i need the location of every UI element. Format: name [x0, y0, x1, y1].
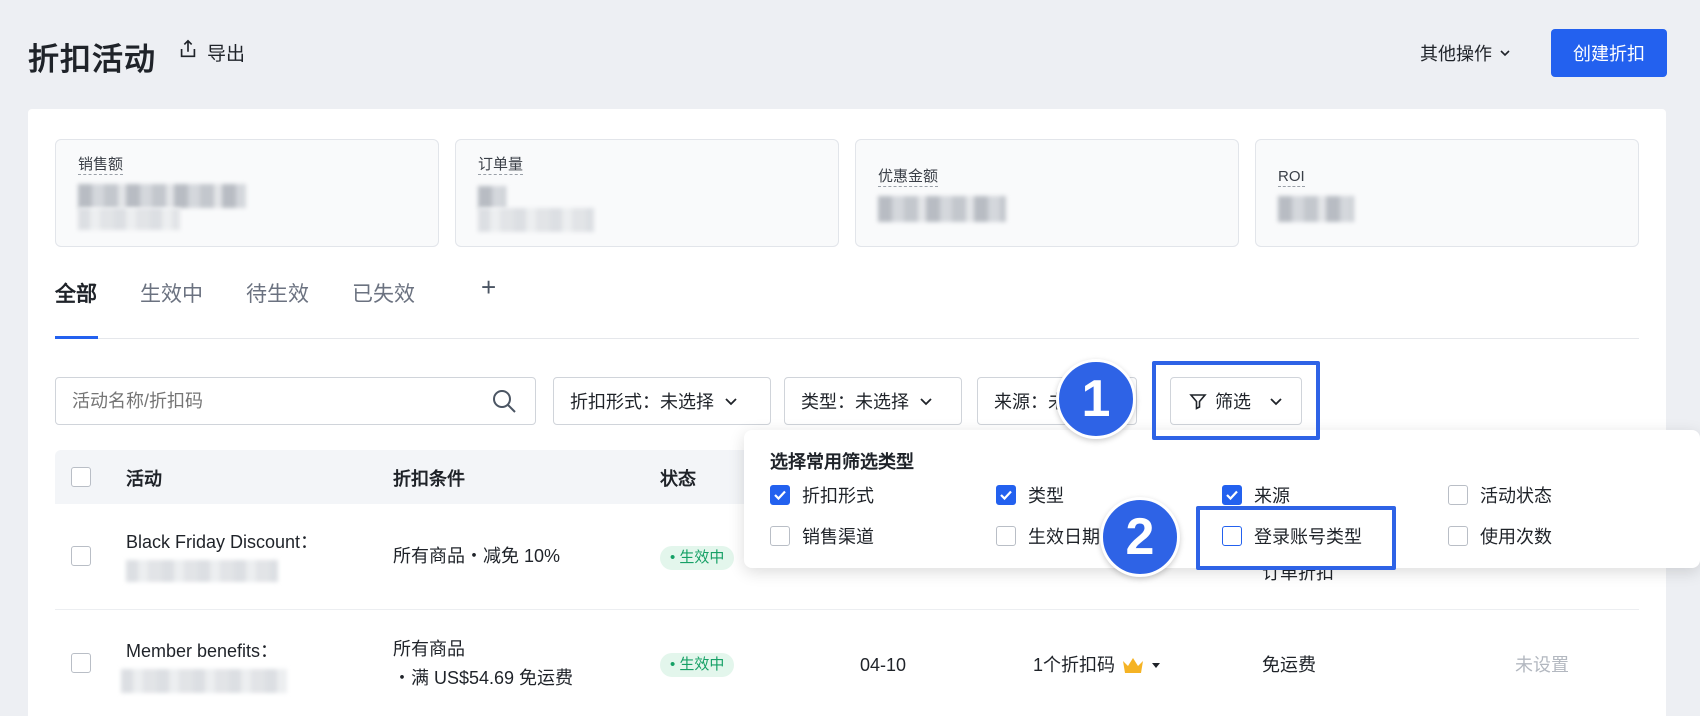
blurred-value	[878, 196, 1006, 222]
blurred-code	[121, 669, 287, 693]
metric-label: 订单量	[478, 156, 524, 175]
blurred-value	[1278, 196, 1354, 222]
table-row[interactable]: Member benefits： 所有商品 ・满 US$54.69 免运费 • …	[55, 611, 1639, 716]
discount-codes[interactable]: 1个折扣码	[1033, 651, 1161, 679]
benefit-type: 免运费	[1262, 655, 1316, 675]
metric-card-roi: ROI	[1255, 139, 1639, 247]
metric-label: 优惠金额	[878, 168, 939, 187]
type-filter[interactable]: 类型：未选择	[784, 377, 962, 425]
discount-form-filter-label: 折扣形式：未选择	[570, 392, 714, 412]
search-icon[interactable]	[491, 388, 517, 414]
checkbox-checked[interactable]	[770, 485, 790, 505]
active-tab-indicator	[55, 336, 98, 339]
checkbox[interactable]	[770, 526, 790, 546]
option-source[interactable]: 来源	[1222, 482, 1290, 508]
row-checkbox[interactable]	[71, 546, 91, 566]
crown-icon	[1123, 658, 1144, 673]
tab-active[interactable]: 生效中	[140, 276, 203, 328]
other-operations-dropdown[interactable]: 其他操作	[1420, 40, 1512, 66]
search-input[interactable]	[55, 377, 536, 425]
dropdown-title: 选择常用筛选类型	[770, 452, 914, 472]
type-filter-label: 类型：未选择	[801, 392, 909, 412]
select-all-checkbox[interactable]	[71, 467, 91, 487]
metric-card-sales: 销售额	[55, 139, 439, 247]
option-label: 来源	[1254, 486, 1290, 506]
checkbox[interactable]	[1448, 526, 1468, 546]
export-label: 导出	[207, 43, 246, 65]
tab-divider	[55, 338, 1639, 339]
blurred-value	[78, 184, 246, 208]
page-title: 折扣活动	[28, 42, 156, 77]
activity-name[interactable]: Black Friday Discount：	[126, 528, 318, 556]
activity-name[interactable]: Member benefits：	[126, 637, 278, 665]
discount-condition-line2: ・满 US$54.69 免运费	[393, 668, 574, 688]
tab-pending[interactable]: 待生效	[246, 276, 309, 328]
step-badge-1: 1	[1056, 359, 1136, 439]
option-effective-date[interactable]: 生效日期	[996, 523, 1100, 549]
discount-condition-line1: 所有商品	[393, 639, 465, 659]
usage-limit: 未设置	[1515, 655, 1569, 675]
chevron-down-icon	[920, 398, 932, 406]
metric-label: ROI	[1278, 168, 1305, 187]
highlight-login-account-option	[1196, 506, 1396, 570]
highlight-filter-button	[1152, 361, 1320, 440]
checkbox[interactable]	[996, 526, 1016, 546]
step-badge-2: 2	[1100, 497, 1180, 577]
check-icon	[1226, 490, 1238, 501]
option-label: 使用次数	[1480, 527, 1552, 547]
other-operations-label: 其他操作	[1420, 44, 1492, 64]
chevron-down-icon	[725, 398, 737, 406]
export-button[interactable]: 导出	[177, 38, 245, 66]
chevron-down-icon	[1500, 50, 1510, 57]
blurred-value	[478, 208, 594, 232]
tab-expired[interactable]: 已失效	[352, 276, 415, 328]
metric-card-orders: 订单量	[455, 139, 839, 247]
option-usage-count[interactable]: 使用次数	[1448, 523, 1552, 549]
option-activity-status[interactable]: 活动状态	[1448, 482, 1552, 508]
option-label: 活动状态	[1480, 486, 1552, 506]
main-card: 销售额 订单量 优惠金额 ROI 全部 生效中 待生效 已失效 + 折扣形式：未…	[28, 109, 1666, 716]
option-label: 销售渠道	[802, 527, 874, 547]
row-checkbox[interactable]	[71, 653, 91, 673]
option-label: 生效日期	[1028, 527, 1100, 547]
check-icon	[774, 490, 786, 501]
discount-codes-label: 1个折扣码	[1033, 655, 1116, 675]
metric-label: 销售额	[78, 156, 124, 175]
discount-condition: 所有商品・减免 10%	[393, 546, 561, 566]
checkbox[interactable]	[1448, 485, 1468, 505]
status-tabs: 全部 生效中 待生效 已失效	[55, 276, 415, 328]
option-label: 类型	[1028, 486, 1064, 506]
create-discount-button[interactable]: 创建折扣	[1551, 29, 1667, 77]
tab-all[interactable]: 全部	[55, 276, 97, 328]
option-discount-form[interactable]: 折扣形式	[770, 482, 874, 508]
checkbox-checked[interactable]	[996, 485, 1016, 505]
caret-down-icon	[1152, 663, 1161, 668]
metric-card-discount-amount: 优惠金额	[855, 139, 1239, 247]
top-bar: 折扣活动 导出 其他操作 创建折扣	[0, 0, 1700, 108]
status-badge: • 生效中	[660, 653, 735, 677]
blurred-value	[78, 208, 180, 230]
column-header-condition: 折扣条件	[393, 469, 465, 489]
status-text: 生效中	[679, 549, 725, 566]
export-icon	[177, 38, 199, 66]
effective-date: 04-10	[860, 655, 907, 675]
blurred-code	[126, 560, 278, 582]
status-text: 生效中	[679, 656, 725, 673]
add-tab-button[interactable]: +	[481, 272, 496, 303]
column-header-status: 状态	[660, 469, 696, 489]
checkbox-checked[interactable]	[1222, 485, 1242, 505]
option-label: 折扣形式	[802, 486, 874, 506]
option-sales-channel[interactable]: 销售渠道	[770, 523, 874, 549]
status-badge: • 生效中	[660, 546, 735, 570]
blurred-value	[478, 186, 506, 208]
column-header-activity: 活动	[126, 469, 162, 489]
option-type[interactable]: 类型	[996, 482, 1064, 508]
discount-form-filter[interactable]: 折扣形式：未选择	[553, 377, 771, 425]
check-icon	[1000, 490, 1012, 501]
